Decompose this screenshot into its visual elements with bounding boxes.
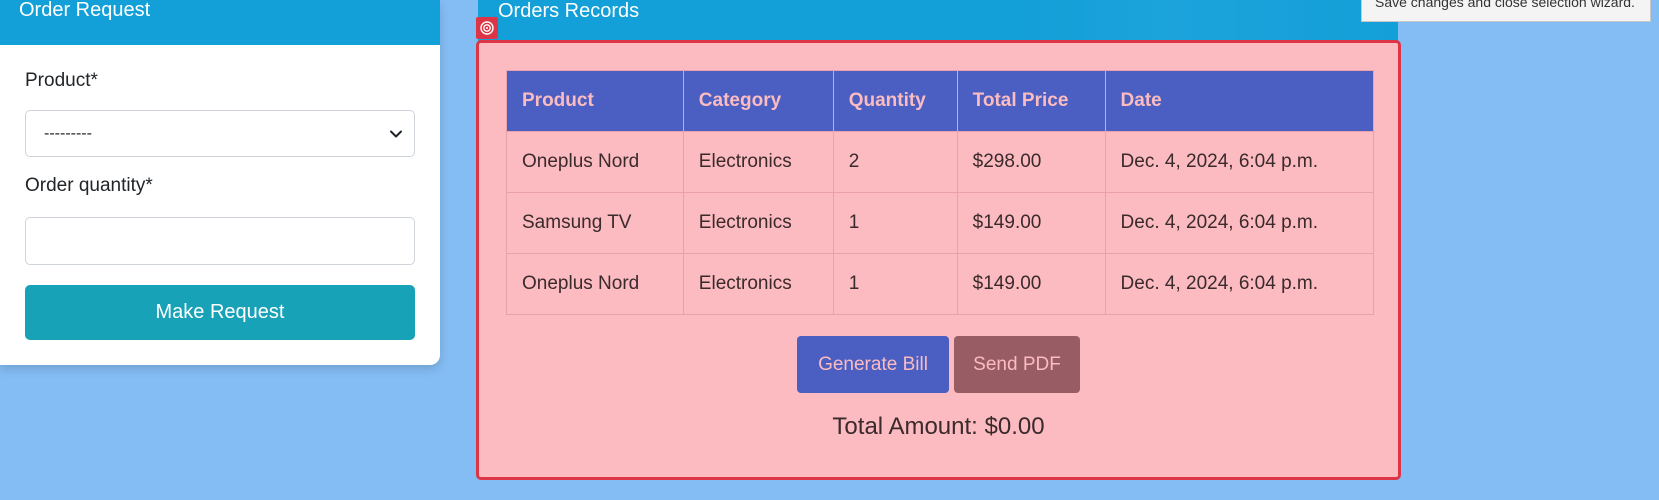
cell-category: Electronics bbox=[682, 131, 834, 193]
cell-total-price: $149.00 bbox=[956, 192, 1106, 254]
total-amount-text: Total Amount: $0.00 bbox=[832, 413, 1045, 440]
quantity-label: Order quantity* bbox=[25, 175, 153, 196]
order-request-header: Order Request bbox=[0, 0, 440, 45]
orders-records-title: Orders Records bbox=[498, 0, 640, 22]
cell-quantity: 1 bbox=[832, 253, 958, 315]
cell-product: Oneplus Nord bbox=[506, 253, 684, 315]
order-request-card: Order Request Product* --------- Order q… bbox=[0, 0, 440, 365]
orders-records-panel: Product Category Quantity Total Price Da… bbox=[476, 40, 1401, 480]
column-header-quantity: Quantity bbox=[832, 70, 958, 132]
table-row: Oneplus Nord Electronics 2 $298.00 Dec. … bbox=[506, 131, 1375, 193]
cell-product: Oneplus Nord bbox=[506, 131, 684, 193]
column-header-product: Product bbox=[506, 70, 684, 132]
send-pdf-button[interactable]: Send PDF bbox=[954, 336, 1080, 393]
generate-bill-button[interactable]: Generate Bill bbox=[797, 336, 949, 393]
chevron-down-icon bbox=[388, 126, 404, 142]
cell-date: Dec. 4, 2024, 6:04 p.m. bbox=[1104, 131, 1375, 193]
column-header-date: Date bbox=[1104, 70, 1375, 132]
cell-category: Electronics bbox=[682, 192, 834, 254]
make-request-button[interactable]: Make Request bbox=[25, 285, 415, 340]
cell-total-price: $298.00 bbox=[956, 131, 1106, 193]
column-header-category: Category bbox=[682, 70, 834, 132]
cell-product: Samsung TV bbox=[506, 192, 684, 254]
cell-quantity: 2 bbox=[832, 131, 958, 193]
table-row: Oneplus Nord Electronics 1 $149.00 Dec. … bbox=[506, 253, 1375, 315]
cell-date: Dec. 4, 2024, 6:04 p.m. bbox=[1104, 192, 1375, 254]
total-amount: Total Amount: $0.00 bbox=[479, 413, 1398, 441]
table-header-row: Product Category Quantity Total Price Da… bbox=[506, 70, 1375, 132]
product-select[interactable]: --------- bbox=[25, 110, 415, 157]
target-icon[interactable] bbox=[476, 17, 498, 39]
table-row: Samsung TV Electronics 1 $149.00 Dec. 4,… bbox=[506, 192, 1375, 254]
quantity-input[interactable] bbox=[25, 217, 415, 265]
cell-category: Electronics bbox=[682, 253, 834, 315]
orders-records-header: Orders Records bbox=[478, 0, 1398, 43]
cell-quantity: 1 bbox=[832, 192, 958, 254]
column-header-total-price: Total Price bbox=[956, 70, 1106, 132]
order-request-title: Order Request bbox=[19, 0, 151, 21]
orders-table: Product Category Quantity Total Price Da… bbox=[506, 70, 1375, 315]
cell-date: Dec. 4, 2024, 6:04 p.m. bbox=[1104, 253, 1375, 315]
product-select-value: --------- bbox=[44, 124, 92, 142]
tooltip: Save changes and close selection wizard. bbox=[1361, 0, 1651, 22]
cell-total-price: $149.00 bbox=[956, 253, 1106, 315]
tooltip-text: Save changes and close selection wizard. bbox=[1375, 0, 1635, 10]
product-label: Product* bbox=[25, 70, 98, 91]
